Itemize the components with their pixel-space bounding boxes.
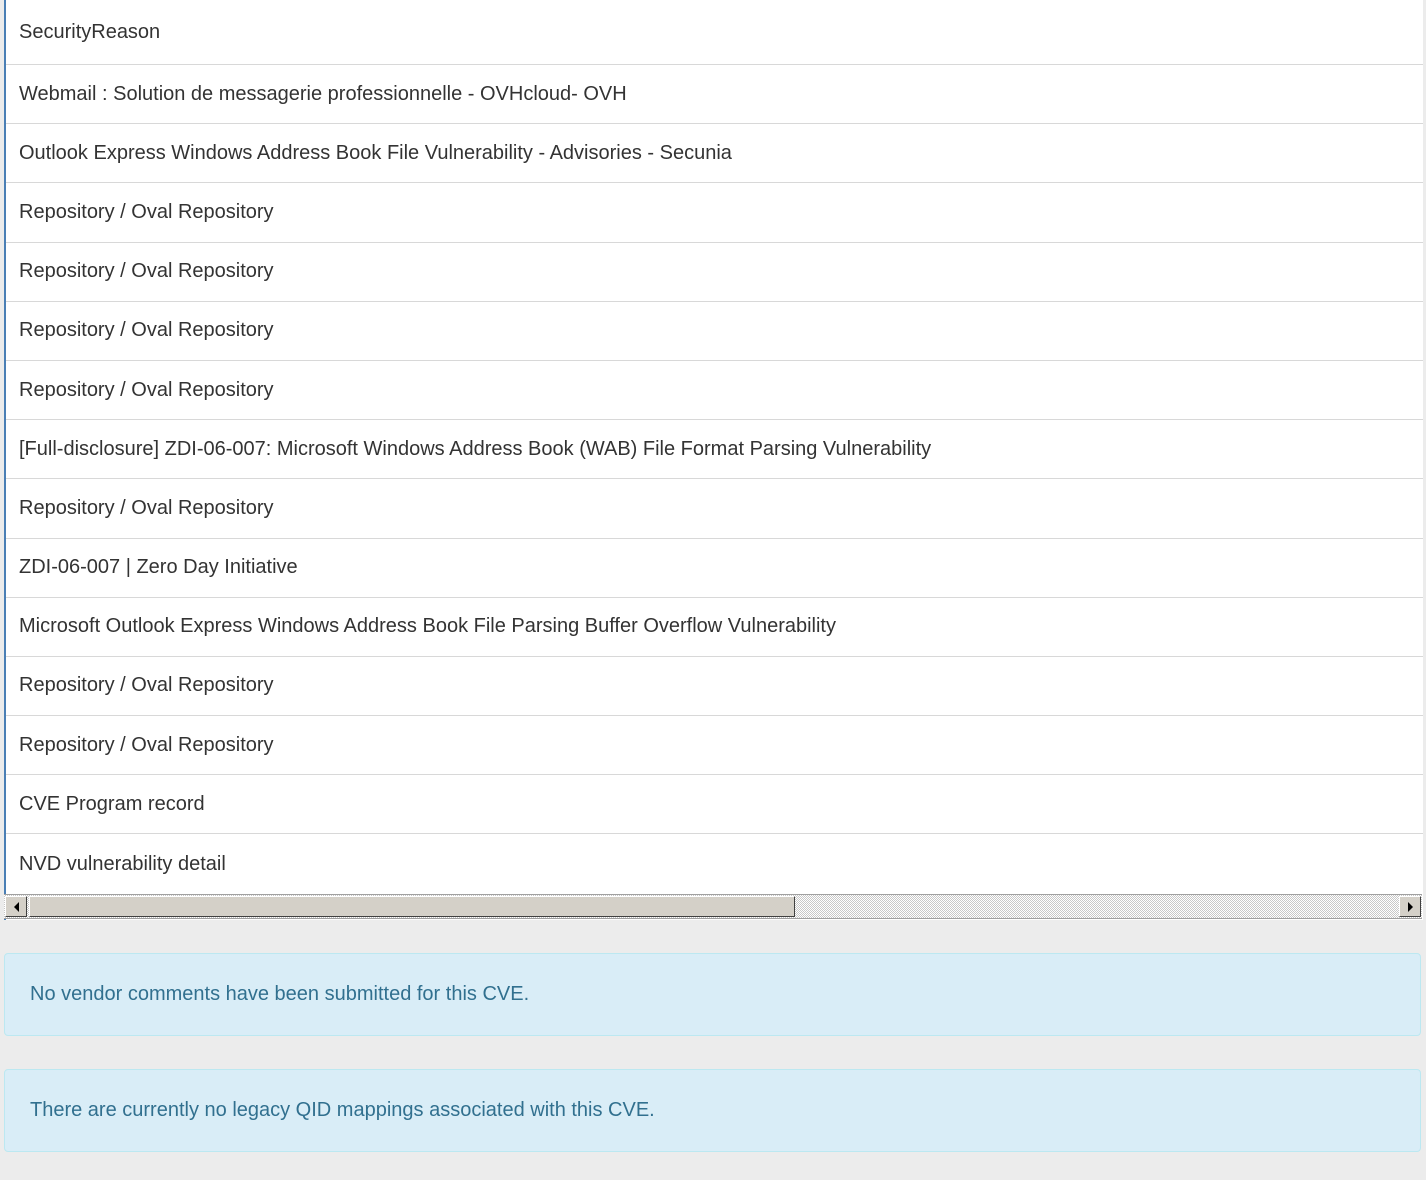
table-row: Repository / Oval Repository xyxy=(6,657,1423,717)
table-row: CVE Program record xyxy=(6,775,1423,835)
qid-mappings-alert: There are currently no legacy QID mappin… xyxy=(4,1069,1421,1152)
table-row: Repository / Oval Repository xyxy=(6,243,1423,302)
reference-link[interactable]: SecurityReason xyxy=(19,21,160,44)
reference-link[interactable]: NVD vulnerability detail xyxy=(19,853,226,876)
references-list: SecurityReason Webmail : Solution de mes… xyxy=(6,0,1423,894)
reference-link[interactable]: Repository / Oval Repository xyxy=(19,497,274,520)
scroll-right-button[interactable] xyxy=(1399,896,1421,917)
table-row: Repository / Oval Repository xyxy=(6,302,1423,361)
table-row: Repository / Oval Repository xyxy=(6,479,1423,539)
table-row: SecurityReason xyxy=(6,0,1423,65)
qid-mappings-message: There are currently no legacy QID mappin… xyxy=(30,1099,655,1121)
page: SecurityReason Webmail : Solution de mes… xyxy=(0,0,1426,1180)
table-row: Repository / Oval Repository xyxy=(6,716,1423,776)
arrow-left-icon xyxy=(13,901,19,912)
arrow-right-icon xyxy=(1407,901,1413,912)
references-table: SecurityReason Webmail : Solution de mes… xyxy=(4,0,1423,920)
reference-link[interactable]: Outlook Express Windows Address Book Fil… xyxy=(19,142,732,165)
table-row: Microsoft Outlook Express Windows Addres… xyxy=(6,598,1423,657)
vendor-comments-alert: No vendor comments have been submitted f… xyxy=(4,953,1421,1036)
reference-link[interactable]: Microsoft Outlook Express Windows Addres… xyxy=(19,615,836,638)
table-row: Webmail : Solution de messagerie profess… xyxy=(6,65,1423,125)
vendor-comments-message: No vendor comments have been submitted f… xyxy=(30,983,530,1005)
reference-link[interactable]: Repository / Oval Repository xyxy=(19,379,274,402)
table-row: ZDI-06-007 | Zero Day Initiative xyxy=(6,539,1423,598)
reference-link[interactable]: CVE Program record xyxy=(19,793,205,816)
table-row: Repository / Oval Repository xyxy=(6,361,1423,421)
reference-link[interactable]: Repository / Oval Repository xyxy=(19,674,274,697)
scroll-left-button[interactable] xyxy=(5,896,27,917)
reference-link[interactable]: Repository / Oval Repository xyxy=(19,319,274,342)
reference-link[interactable]: Repository / Oval Repository xyxy=(19,734,274,757)
reference-link[interactable]: Repository / Oval Repository xyxy=(19,201,274,224)
table-row: Outlook Express Windows Address Book Fil… xyxy=(6,124,1423,184)
horizontal-scrollbar[interactable] xyxy=(4,894,1422,919)
scrollbar-thumb[interactable] xyxy=(29,896,795,917)
reference-link[interactable]: ZDI-06-007 | Zero Day Initiative xyxy=(19,556,298,579)
table-row: Repository / Oval Repository xyxy=(6,183,1423,243)
table-row: NVD vulnerability detail xyxy=(6,834,1423,893)
reference-link[interactable]: Repository / Oval Repository xyxy=(19,260,274,283)
table-row: [Full-disclosure] ZDI-06-007: Microsoft … xyxy=(6,420,1423,480)
reference-link[interactable]: Webmail : Solution de messagerie profess… xyxy=(19,83,627,106)
reference-link[interactable]: [Full-disclosure] ZDI-06-007: Microsoft … xyxy=(19,438,931,461)
